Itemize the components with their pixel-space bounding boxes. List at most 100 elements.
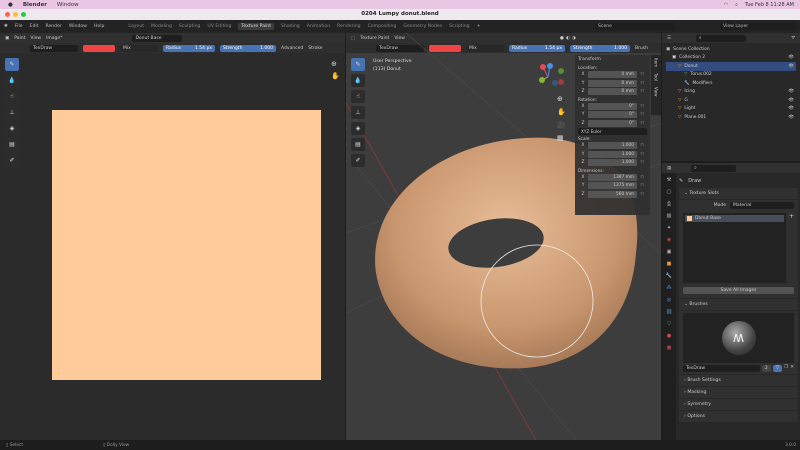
brushes-panel[interactable]: ⌄ Brushes [679, 299, 798, 310]
brush-color[interactable] [83, 44, 115, 52]
dim-field-x[interactable]: X 1387 mm ⊓ [578, 173, 647, 182]
tab-modeling[interactable]: Modeling [151, 24, 172, 29]
navigation-gizmo[interactable] [536, 61, 568, 89]
fill-tool-icon[interactable]: ◈ [351, 122, 365, 135]
value[interactable]: 0° [588, 119, 637, 127]
dim-field-z[interactable]: Z 560 mm ⊓ [578, 190, 647, 199]
value[interactable]: 1.000 [588, 150, 637, 158]
scene-tab-icon[interactable]: ✦ [665, 224, 674, 233]
value[interactable]: 0 mm [588, 71, 637, 79]
options-panel[interactable]: › Options [679, 411, 798, 422]
clone-tool-icon[interactable]: ⊥ [351, 106, 365, 119]
display-mode-icon[interactable]: ☰ [667, 36, 671, 41]
value[interactable]: 1375 mm [588, 182, 637, 190]
physics-tab-icon[interactable]: ◎ [665, 296, 674, 305]
dim-field-y[interactable]: Y 1375 mm ⊓ [578, 182, 647, 190]
tab-shading[interactable]: Shading [281, 24, 300, 29]
smear-tool-icon[interactable]: ☝ [5, 90, 19, 103]
editor-type-icon[interactable]: ▤ [667, 166, 671, 171]
rot-field-x[interactable]: X 0° ⊓ [578, 102, 647, 111]
outliner-item[interactable]: ▽ Plane.001 👁 [666, 113, 796, 122]
value[interactable]: 1387 mm [588, 173, 637, 181]
camera-icon[interactable]: 🎥 [557, 119, 566, 132]
annotate-tool-icon[interactable]: ✐ [5, 154, 19, 167]
lock-icon[interactable]: ⊓ [637, 89, 647, 94]
lock-icon[interactable]: ⊓ [637, 143, 647, 148]
tab-compositing[interactable]: Compositing [368, 24, 397, 29]
texture-slots-panel[interactable]: ⌄ Texture Slots [679, 188, 798, 199]
view-layer-tab-icon[interactable]: ▧ [665, 212, 674, 221]
outliner-scene-collection[interactable]: ▣ Scene Collection [666, 45, 796, 54]
tab-tool[interactable]: Tool [654, 73, 659, 81]
outliner-item[interactable]: ▽ Icing 👁 [666, 88, 796, 97]
value[interactable]: 0 mm [588, 79, 637, 87]
mask-tool-icon[interactable]: ▤ [5, 138, 19, 151]
stroke-menu[interactable]: Stroke [308, 46, 322, 51]
collection-tab-icon[interactable]: ▣ [665, 248, 674, 257]
scl-field-z[interactable]: Z 1.000 ⊓ [578, 159, 647, 167]
visibility-icon[interactable]: 👁 [788, 98, 794, 103]
tab-layout[interactable]: Layout [128, 24, 144, 29]
outliner-item[interactable]: ▽ Light 👁 [666, 105, 796, 114]
texture-slot-item[interactable]: Donut Base [685, 215, 784, 222]
minimize-button[interactable] [13, 12, 18, 17]
lock-icon[interactable]: ⊓ [637, 192, 647, 197]
value[interactable]: 560 mm [588, 190, 637, 198]
visibility-icon[interactable]: 👁 [788, 115, 794, 120]
smear-tool-icon[interactable]: ☝ [351, 90, 365, 103]
hand-icon[interactable]: ✋ [557, 106, 566, 119]
mode-dropdown[interactable]: Material [730, 202, 794, 209]
scl-field-x[interactable]: X 1.000 ⊓ [578, 142, 647, 150]
apple-icon[interactable]: ● [8, 2, 13, 8]
particles-tab-icon[interactable]: ⁂ [665, 284, 674, 293]
editor-type-icon[interactable]: ▣ [5, 36, 9, 41]
brush-field[interactable]: TexDraw [30, 44, 78, 52]
image-menu[interactable]: Image* [46, 36, 62, 41]
value[interactable]: 1.000 [588, 159, 637, 167]
window-menu[interactable]: Window [57, 2, 79, 8]
value[interactable]: 0° [588, 111, 637, 119]
hand-icon[interactable]: ✋ [331, 70, 340, 82]
view-layer-selector[interactable]: View Layer [720, 23, 796, 30]
lock-icon[interactable]: ⊓ [637, 121, 647, 126]
symmetry-panel[interactable]: › Symmetry [679, 399, 798, 410]
radius-slider[interactable]: Radius 1.54 px [163, 44, 215, 52]
render-tab-icon[interactable]: ▢ [665, 188, 674, 197]
outliner-search[interactable]: ⌕ [696, 34, 747, 42]
close-button[interactable] [5, 12, 10, 17]
outliner-item[interactable]: ▽ Torus.002 [666, 71, 796, 80]
texture-tab-icon[interactable]: ▩ [665, 344, 674, 353]
advanced-menu[interactable]: Advanced [281, 46, 303, 51]
visibility-icon[interactable]: 👁 [788, 106, 794, 111]
fill-tool-icon[interactable]: ◈ [5, 122, 19, 135]
outliner-item[interactable]: ▽ Donut 👁 [666, 62, 796, 71]
blend-dropdown[interactable]: Mix [120, 44, 158, 52]
brush-settings-panel[interactable]: › Brush Settings [679, 375, 798, 386]
search-icon[interactable]: ⌕ [735, 2, 738, 8]
image-name-field[interactable]: Donut Base [132, 34, 183, 42]
unlink-icon[interactable]: ✕ [790, 365, 794, 372]
lock-icon[interactable]: ⊓ [637, 152, 647, 157]
brush-preview[interactable]: ʍ [683, 313, 794, 363]
tab-texture-paint[interactable]: Texture Paint [238, 23, 275, 30]
modifier-tab-icon[interactable]: 🔧 [665, 272, 674, 281]
visibility-icon[interactable]: 👁 [788, 55, 794, 60]
menu-window[interactable]: Window [69, 24, 87, 29]
zoom-button[interactable] [21, 12, 26, 17]
constraints-tab-icon[interactable]: ⛓ [665, 308, 674, 317]
tab-uv-editing[interactable]: UV Editing [207, 24, 231, 29]
tab-sculpting[interactable]: Sculpting [179, 24, 200, 29]
tab-animation[interactable]: Animation [307, 24, 330, 29]
outliner-item[interactable]: ▽ G 👁 [666, 96, 796, 105]
clone-tool-icon[interactable]: ⊥ [5, 106, 19, 119]
brush-name-field[interactable]: TexDraw [683, 365, 760, 372]
lock-icon[interactable]: ⊓ [637, 183, 647, 188]
object-tab-icon[interactable]: ■ [665, 260, 674, 269]
strength-slider[interactable]: Strength 1.000 [220, 44, 276, 52]
loc-field-z[interactable]: Z0 mm ⊓ [578, 88, 647, 96]
tab-geometry-nodes[interactable]: Geometry Nodes [403, 24, 442, 29]
soften-tool-icon[interactable]: 💧 [5, 74, 19, 87]
loc-field-x[interactable]: X0 mm ⊓ [578, 71, 647, 79]
zoom-icon[interactable]: ⊕ [557, 93, 566, 106]
fake-user-icon[interactable]: ⛉ [772, 365, 783, 372]
